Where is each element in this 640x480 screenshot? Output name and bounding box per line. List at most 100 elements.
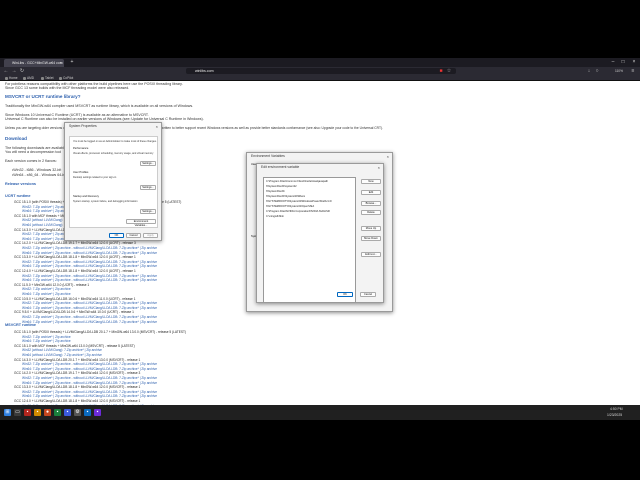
download-link-row[interactable]: Win64: 7-Zip archive* | Zip archive (22, 292, 71, 296)
download-link-row[interactable]: Win32: 7-Zip archive* | Zip archive (22, 287, 71, 291)
browse-button[interactable]: Browse... (361, 201, 381, 206)
download-link-row[interactable]: Win64: 7-Zip archive* | Zip archive - wi… (22, 381, 157, 385)
new-button[interactable]: New (361, 179, 381, 184)
bookmark-item[interactable]: Home (5, 75, 18, 81)
minimize-icon[interactable]: – (608, 58, 618, 67)
path-entry[interactable]: %SystemRoot%\system32 (266, 185, 297, 188)
close-icon[interactable]: × (156, 123, 158, 130)
clock-time[interactable]: 4:50 PM (610, 407, 623, 411)
account-icon[interactable]: ○ (594, 68, 600, 74)
app-icon[interactable]: ▪ (24, 409, 31, 416)
folder-icon[interactable]: ▪ (34, 409, 41, 416)
download-link-row[interactable]: Win32: 7-Zip archive* | Zip archive - wi… (22, 274, 157, 278)
bookmark-item[interactable]: CoPilot (59, 75, 73, 81)
path-entry[interactable]: C:\Program Files\NVIDIA Corporation\NVID… (266, 210, 330, 213)
release-title: GCC 10.5.0 + LLVM/Clang/LLD/LLDB 16.0.6 … (14, 296, 136, 301)
url-bar[interactable]: winlibs.com (186, 68, 456, 74)
release-title: GCC 14.2.0 + LLVM/Clang/LLD/LLDB 19.1.7 … (14, 241, 136, 246)
delete-button[interactable]: Delete (361, 210, 381, 215)
download-link-row[interactable]: Win32: 7-Zip archive* | Zip archive - wi… (22, 390, 157, 394)
performance-heading: Performance (73, 147, 89, 150)
bookmark-item[interactable]: Tablet (41, 75, 54, 81)
close-window-icon[interactable]: × (629, 58, 639, 67)
download-link-row[interactable]: Win64: 7-Zip archive* | Zip archive - wi… (22, 367, 157, 371)
path-entry[interactable]: C:\Program Files\Common Files\Oracle\Jav… (266, 180, 328, 183)
msvcrt-heading: MSVCRT or UCRT runtime library? (5, 94, 81, 99)
cancel-button[interactable]: Cancel (360, 292, 376, 297)
bookmark-star-icon[interactable]: ☆ (446, 68, 452, 74)
ok-button[interactable]: OK (109, 233, 124, 238)
app-icon[interactable]: ▪ (54, 409, 61, 416)
move-down-button[interactable]: Move Down (361, 236, 381, 241)
performance-text: Visual effects, processor scheduling, me… (73, 152, 154, 155)
path-entry[interactable]: C:\mingw64\bin (266, 215, 284, 218)
path-entry[interactable]: %SystemRoot%\System32\Wbem (266, 195, 305, 198)
release-heading: Release versions (5, 182, 37, 186)
back-icon[interactable]: ← (3, 68, 9, 74)
bookmark-item[interactable]: AMD (23, 75, 34, 81)
move-up-button[interactable]: Move Up (361, 226, 381, 231)
download-link-row[interactable]: Win32: 7-Zip archive* | Zip archive - wi… (22, 362, 157, 366)
ok-button[interactable]: OK (337, 292, 353, 297)
startup-settings-button[interactable]: Settings... (140, 209, 156, 214)
user-profiles-heading: User Profiles (73, 171, 89, 174)
path-list[interactable]: C:\Program Files\Common Files\Oracle\Jav… (263, 177, 356, 303)
download-link-row[interactable]: Win64: 7-Zip archive* | Zip archive - wi… (22, 251, 157, 255)
path-entry[interactable]: %SYSTEMROOT%\System32\WindowsPowerShell\… (266, 200, 332, 203)
new-tab-icon[interactable]: + (67, 58, 77, 67)
user-profiles-settings-button[interactable]: Settings... (140, 185, 156, 190)
download-icon[interactable]: ↓ (586, 68, 592, 74)
download-link-row[interactable]: Win64: 7-Zip archive* | Zip archive - wi… (22, 306, 157, 310)
clock-date[interactable]: 1/23/2025 (607, 413, 622, 417)
apply-button[interactable]: Apply (143, 233, 158, 238)
extension-icon[interactable]: ■ (438, 68, 444, 74)
reload-icon[interactable]: ↻ (19, 68, 25, 74)
download-link-row[interactable]: Win64: 7-Zip archive* | Zip archive - wi… (22, 394, 157, 398)
start-icon[interactable]: ⊞ (4, 409, 11, 416)
close-icon[interactable]: × (378, 164, 380, 171)
edit-text-button[interactable]: Edit text... (361, 252, 381, 257)
startup-heading: Startup and Recovery (73, 195, 99, 198)
settings-icon[interactable]: ⚙ (74, 409, 81, 416)
firefox-icon[interactable]: ● (44, 409, 51, 416)
dialog-title: Environment Variables (251, 154, 285, 158)
app-icon[interactable]: ▪ (84, 409, 91, 416)
download-link-row[interactable]: Win32: 7-Zip archive* | Zip archive (22, 335, 71, 339)
maximize-icon[interactable]: □ (618, 58, 628, 67)
performance-settings-button[interactable]: Settings... (140, 161, 156, 166)
app-icon[interactable]: ▪ (94, 409, 101, 416)
download-link-row[interactable]: Win64: 7-Zip archive* | Zip archive (22, 339, 71, 343)
forward-icon[interactable]: → (11, 68, 17, 74)
close-icon[interactable]: × (387, 153, 389, 160)
startup-text: System startup, system failure, and debu… (73, 200, 138, 203)
environment-variables-button[interactable]: Environment Variables... (126, 219, 156, 227)
path-entry[interactable]: %SystemRoot% (266, 190, 285, 193)
path-entry[interactable]: %SYSTEMROOT%\System32\OpenSSH\ (266, 205, 314, 208)
edit-button[interactable]: Edit (361, 190, 381, 195)
download-link-row[interactable]: Win64: 7-Zip archive* | Zip archive - wi… (22, 264, 157, 268)
release-title: GCC 14.2.0 + LLVM/Clang/LLD/LLDB 19.1.7 … (14, 371, 141, 376)
page-text: Since GCC 13 some builds with the MCF th… (5, 86, 130, 90)
cancel-button[interactable]: Cancel (126, 233, 141, 238)
page-text: Each version comes in 2 flavors: (5, 159, 57, 163)
release-title: GCC 15.1.0 (with POSIX threads) + LLVM/C… (14, 330, 186, 334)
download-link-row[interactable]: Win32: 7-Zip archive* | Zip archive - wi… (22, 246, 157, 250)
release-title: GCC 15.1.0 with MCF threads + MinGW-w64 … (14, 343, 135, 348)
release-title: GCC 11.5.0 + MinGW-w64 12.0.0 (UCRT) - r… (14, 282, 90, 287)
tab-close-icon[interactable]: × (60, 59, 62, 67)
tab-winlibs[interactable]: WinLibs - GCC+MinGW-w64 com × (4, 59, 64, 67)
menu-icon[interactable]: ≡ (630, 68, 636, 74)
zoom-level[interactable]: 110% (615, 68, 623, 74)
download-link-row[interactable]: Win64: 7-Zip archive* | Zip archive - wi… (22, 278, 157, 282)
download-link-row[interactable]: Win32: 7-Zip archive* | Zip archive - wi… (22, 260, 157, 264)
download-link-row[interactable]: Win32: 7-Zip archive* | Zip archive - wi… (22, 315, 157, 319)
download-link-row[interactable]: Win32 (without LLVM/Clang): 7-Zip archiv… (22, 348, 102, 352)
download-link-row[interactable]: Win32: 7-Zip archive* | Zip archive - wi… (22, 376, 157, 380)
task-view-icon[interactable]: ▭ (14, 409, 21, 416)
download-link-row[interactable]: Win32: 7-Zip archive* | Zip archive - wi… (22, 301, 157, 305)
app-icon[interactable]: ▪ (64, 409, 71, 416)
ucrt-heading: UCRT runtime (5, 194, 31, 198)
download-link-row[interactable]: Win64 (without LLVM/Clang): 7-Zip archiv… (22, 353, 102, 357)
download-link-row[interactable]: Win64: 7-Zip archive* | Zip archive - wi… (22, 320, 157, 324)
system-properties-dialog: System Properties × Computer NameHardwar… (64, 122, 162, 241)
